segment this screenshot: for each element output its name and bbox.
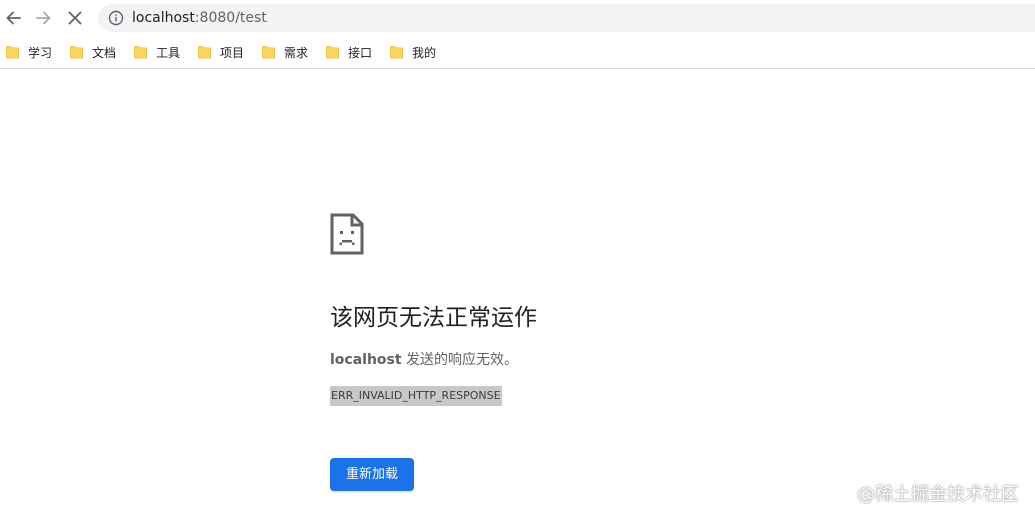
bookmarks-bar: 学习 文档 工具 项目 需求 接口 我的 bbox=[0, 36, 1035, 69]
bookmark-folder[interactable]: 我的 bbox=[390, 42, 436, 62]
bookmark-folder[interactable]: 项目 bbox=[198, 42, 244, 62]
error-host: localhost bbox=[330, 352, 402, 368]
sad-document-icon bbox=[330, 213, 364, 255]
forward-arrow-icon bbox=[36, 11, 51, 25]
bookmark-label: 工具 bbox=[156, 45, 181, 60]
error-title: 该网页无法正常运作 bbox=[330, 305, 537, 331]
url-text[interactable]: localhost:8080/test bbox=[132, 9, 267, 27]
error-description: localhost 发送的响应无效。 bbox=[330, 350, 518, 370]
reload-button[interactable]: 重新加载 bbox=[330, 458, 414, 491]
bookmark-folder[interactable]: 工具 bbox=[134, 42, 180, 62]
address-bar[interactable]: localhost:8080/test bbox=[98, 4, 1035, 32]
stop-loading-icon bbox=[68, 11, 82, 25]
bookmark-label: 需求 bbox=[284, 45, 309, 60]
bookmark-folder[interactable]: 学习 bbox=[6, 42, 52, 62]
folder-icon bbox=[198, 46, 211, 59]
forward-button[interactable] bbox=[31, 5, 57, 31]
folder-icon bbox=[134, 46, 147, 59]
bookmark-label: 我的 bbox=[412, 45, 437, 60]
bookmark-folder[interactable]: 接口 bbox=[326, 42, 372, 62]
bookmark-label: 接口 bbox=[348, 45, 373, 60]
error-code: ERR_INVALID_HTTP_RESPONSE bbox=[330, 386, 502, 406]
bookmark-label: 项目 bbox=[220, 45, 245, 60]
watermark: @稀土掘金技术社区 bbox=[857, 484, 1019, 505]
bookmark-folder[interactable]: 文档 bbox=[70, 42, 116, 62]
folder-icon bbox=[6, 46, 19, 59]
folder-icon bbox=[390, 46, 403, 59]
folder-icon bbox=[70, 46, 83, 59]
url-path: :8080/test bbox=[194, 10, 267, 26]
url-host: localhost bbox=[132, 10, 195, 26]
bookmark-label: 学习 bbox=[28, 45, 53, 60]
bookmark-label: 文档 bbox=[92, 45, 117, 60]
bookmark-folder[interactable]: 需求 bbox=[262, 42, 308, 62]
folder-icon bbox=[326, 46, 339, 59]
folder-icon bbox=[262, 46, 275, 59]
back-button[interactable] bbox=[0, 5, 26, 31]
back-arrow-icon bbox=[6, 11, 21, 25]
browser-toolbar: localhost:8080/test bbox=[0, 0, 1035, 36]
error-description-text: 发送的响应无效。 bbox=[401, 352, 519, 368]
info-icon[interactable] bbox=[108, 10, 124, 26]
stop-button[interactable] bbox=[62, 5, 88, 31]
